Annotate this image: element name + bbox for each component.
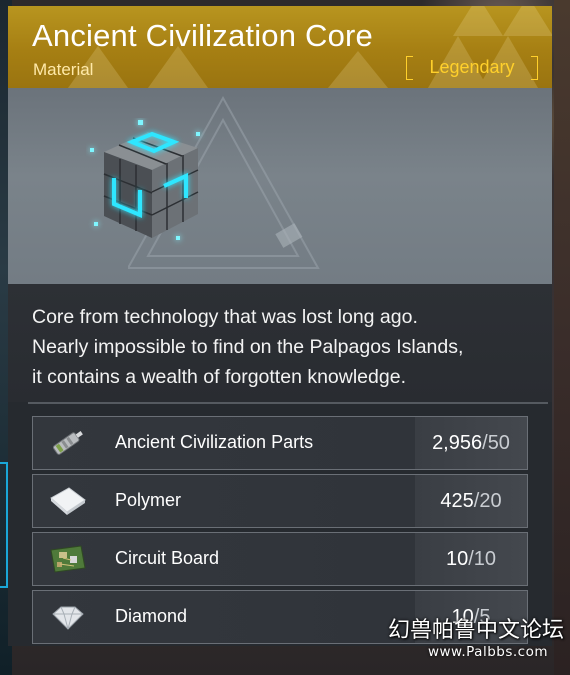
watermark-text: 幻兽帕鲁中文论坛 xyxy=(387,618,564,643)
material-row-polymer: Polymer 425/20 xyxy=(32,474,528,528)
material-have: 2,956 xyxy=(432,431,483,454)
material-name: Polymer xyxy=(115,490,182,510)
description-line: Core from technology that was lost long … xyxy=(32,306,418,328)
item-description: Core from technology that was lost long … xyxy=(32,302,542,392)
rarity-badge: Legendary xyxy=(406,55,538,80)
background-right-edge xyxy=(554,0,570,675)
circuit-board-icon xyxy=(50,545,86,573)
item-category: Material xyxy=(33,60,94,79)
site-watermark: 幻兽帕鲁中文论坛 www.Palbbs.com xyxy=(372,612,568,672)
item-preview xyxy=(8,88,552,284)
diamond-icon xyxy=(52,606,84,630)
description-line: Nearly impossible to find on the Palpago… xyxy=(32,336,464,358)
material-row-circuit-board: Circuit Board 10/10 xyxy=(32,532,528,586)
material-count: 425/20 xyxy=(415,475,527,527)
polymer-icon xyxy=(50,487,86,515)
material-need: 20 xyxy=(479,489,502,512)
item-tooltip-panel: Ancient Civilization Core Material Legen… xyxy=(8,6,552,646)
tooltip-header: Ancient Civilization Core Material Legen… xyxy=(8,6,552,88)
ancient-core-cube-icon xyxy=(90,120,200,240)
watermark-url: www.Palbbs.com xyxy=(427,644,548,660)
description-line: it contains a wealth of forgotten knowle… xyxy=(32,366,406,388)
ancient-parts-icon xyxy=(52,431,83,455)
material-count: 2,956/50 xyxy=(415,417,527,469)
description-area: Core from technology that was lost long … xyxy=(8,284,552,402)
section-divider xyxy=(28,402,548,404)
material-need: 10 xyxy=(473,547,497,570)
item-title: Ancient Civilization Core xyxy=(32,18,373,53)
material-need: 50 xyxy=(487,431,510,454)
material-name: Circuit Board xyxy=(115,548,220,568)
material-count: 10/10 xyxy=(415,533,527,585)
material-row-ancient-civilization-parts: Ancient Civilization Parts 2,956/50 xyxy=(32,416,528,470)
background-selection-glow xyxy=(0,462,8,588)
material-name: Ancient Civilization Parts xyxy=(115,432,314,452)
material-have: 10 xyxy=(445,547,469,570)
material-name: Diamond xyxy=(115,606,188,626)
material-have: 425 xyxy=(440,489,474,512)
